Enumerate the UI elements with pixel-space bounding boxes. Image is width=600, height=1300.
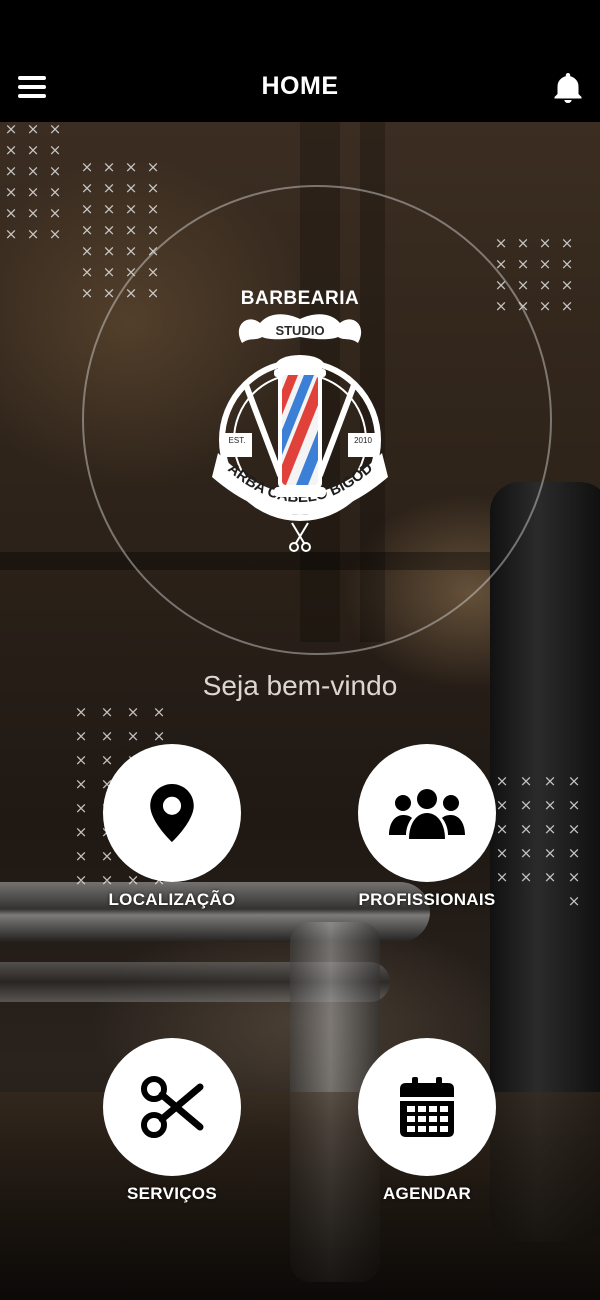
top-app-bar: HOME [0, 0, 600, 122]
map-pin-icon [150, 784, 194, 842]
schedule-label: AGENDAR [382, 1184, 472, 1203]
logo-est-label: EST. [229, 436, 246, 445]
location-button[interactable]: LOCALIZAÇÃO [72, 744, 272, 924]
services-circle [103, 1038, 241, 1176]
calendar-icon [400, 1077, 454, 1137]
schedule-button[interactable]: AGENDAR [327, 1038, 527, 1218]
page-title: HOME [261, 72, 339, 100]
location-circle [103, 744, 241, 882]
professionals-label: PROFISSIONAIS [358, 890, 496, 909]
bell-icon [554, 73, 582, 103]
notifications-button[interactable] [548, 70, 588, 106]
welcome-text: Seja bem-vindo [202, 670, 398, 701]
schedule-circle [358, 1038, 496, 1176]
decorative-x-pattern: × × × × × × × × × × × × × × × × × × [4, 120, 62, 243]
location-label: LOCALIZAÇÃO [108, 890, 236, 909]
professionals-button[interactable]: PROFISSIONAIS [327, 744, 527, 924]
logo-year: 2010 [354, 436, 372, 445]
scissors-icon [141, 1076, 204, 1138]
services-button[interactable]: SERVIÇOS [72, 1038, 272, 1218]
logo-banner-text: STUDIO [275, 323, 324, 338]
services-label: SERVIÇOS [127, 1184, 217, 1203]
professionals-circle [358, 744, 496, 882]
barbershop-logo: BARBEARIA STUDIO BARBA CABELO BIGODE EST… [200, 285, 400, 565]
app-screen: × × × × × × × × × × × × × × × × × × × × × × × × × × × × × × × × × × ×… [0, 0, 600, 1300]
users-icon [389, 789, 465, 839]
